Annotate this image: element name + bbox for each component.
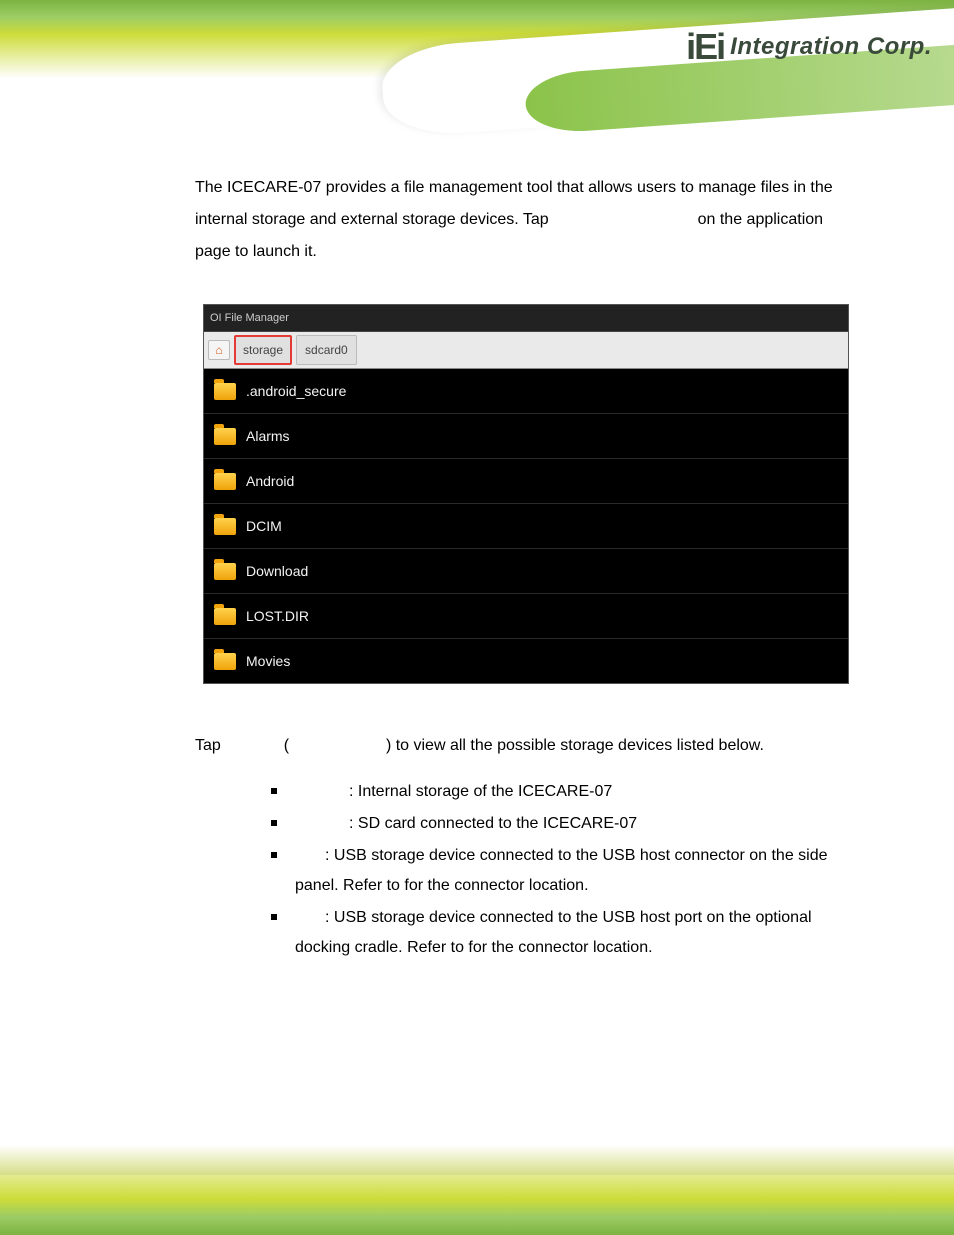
tap-b: ( [284,737,289,754]
list-item[interactable]: LOST.DIR [204,594,848,639]
device-item: : USB storage device connected to the US… [271,902,894,964]
intro-line1: The ICECARE-07 provides a file managemen… [195,179,833,196]
folder-icon [214,473,236,490]
logo-short: iEi [686,26,724,68]
device-cont: panel. Refer to for the connector locati… [295,870,894,902]
device-text: : SD card connected to the ICECARE-07 [349,815,637,832]
breadcrumb: ⌂ storage sdcard0 [204,332,848,369]
folder-icon [214,563,236,580]
list-item[interactable]: Android [204,459,848,504]
device-item: : USB storage device connected to the US… [271,840,894,902]
list-item[interactable]: Download [204,549,848,594]
device-text: : USB storage device connected to the US… [325,847,828,864]
intro-line2a: internal storage and external storage de… [195,211,549,228]
device-item: : Internal storage of the ICECARE-07 [271,776,894,808]
intro-line2b: on the application [698,211,823,228]
home-icon[interactable]: ⌂ [208,340,230,360]
device-text: : USB storage device connected to the US… [325,909,812,926]
folder-name: .android_secure [246,377,346,405]
folder-name: Download [246,557,308,585]
device-list: : Internal storage of the ICECARE-07 : S… [195,776,894,964]
tap-c: ) to view all the possible storage devic… [386,737,764,754]
folder-icon [214,653,236,670]
screenshot-title: OI File Manager [204,305,848,332]
list-item[interactable]: .android_secure [204,369,848,414]
folder-icon [214,383,236,400]
file-manager-screenshot: OI File Manager ⌂ storage sdcard0 .andro… [203,304,849,684]
breadcrumb-sdcard0[interactable]: sdcard0 [296,335,357,365]
bottom-banner [0,1145,954,1235]
device-item: : SD card connected to the ICECARE-07 [271,808,894,840]
logo-long: Integration Corp. [730,33,932,61]
top-banner: iEi Integration Corp. [0,0,954,112]
brand-logo: iEi Integration Corp. [686,26,932,68]
list-item[interactable]: Movies [204,639,848,683]
intro-line3: page to launch it. [195,243,317,260]
page-content: The ICECARE-07 provides a file managemen… [0,112,954,964]
tap-line: Tap ( ) to view all the possible storage… [195,730,894,762]
folder-icon [214,428,236,445]
folder-name: LOST.DIR [246,602,309,630]
folder-name: Android [246,467,294,495]
list-item[interactable]: DCIM [204,504,848,549]
folder-icon [214,608,236,625]
device-text: : Internal storage of the ICECARE-07 [349,783,612,800]
folder-list: .android_secure Alarms Android DCIM Down… [204,369,848,683]
bottom-shade [0,1145,954,1175]
device-cont: docking cradle. Refer to for the connect… [295,932,894,964]
folder-name: DCIM [246,512,282,540]
folder-icon [214,518,236,535]
breadcrumb-storage[interactable]: storage [234,335,292,365]
list-item[interactable]: Alarms [204,414,848,459]
tap-a: Tap [195,737,221,754]
folder-name: Alarms [246,422,290,450]
intro-paragraph: The ICECARE-07 provides a file managemen… [195,172,894,268]
folder-name: Movies [246,647,290,675]
